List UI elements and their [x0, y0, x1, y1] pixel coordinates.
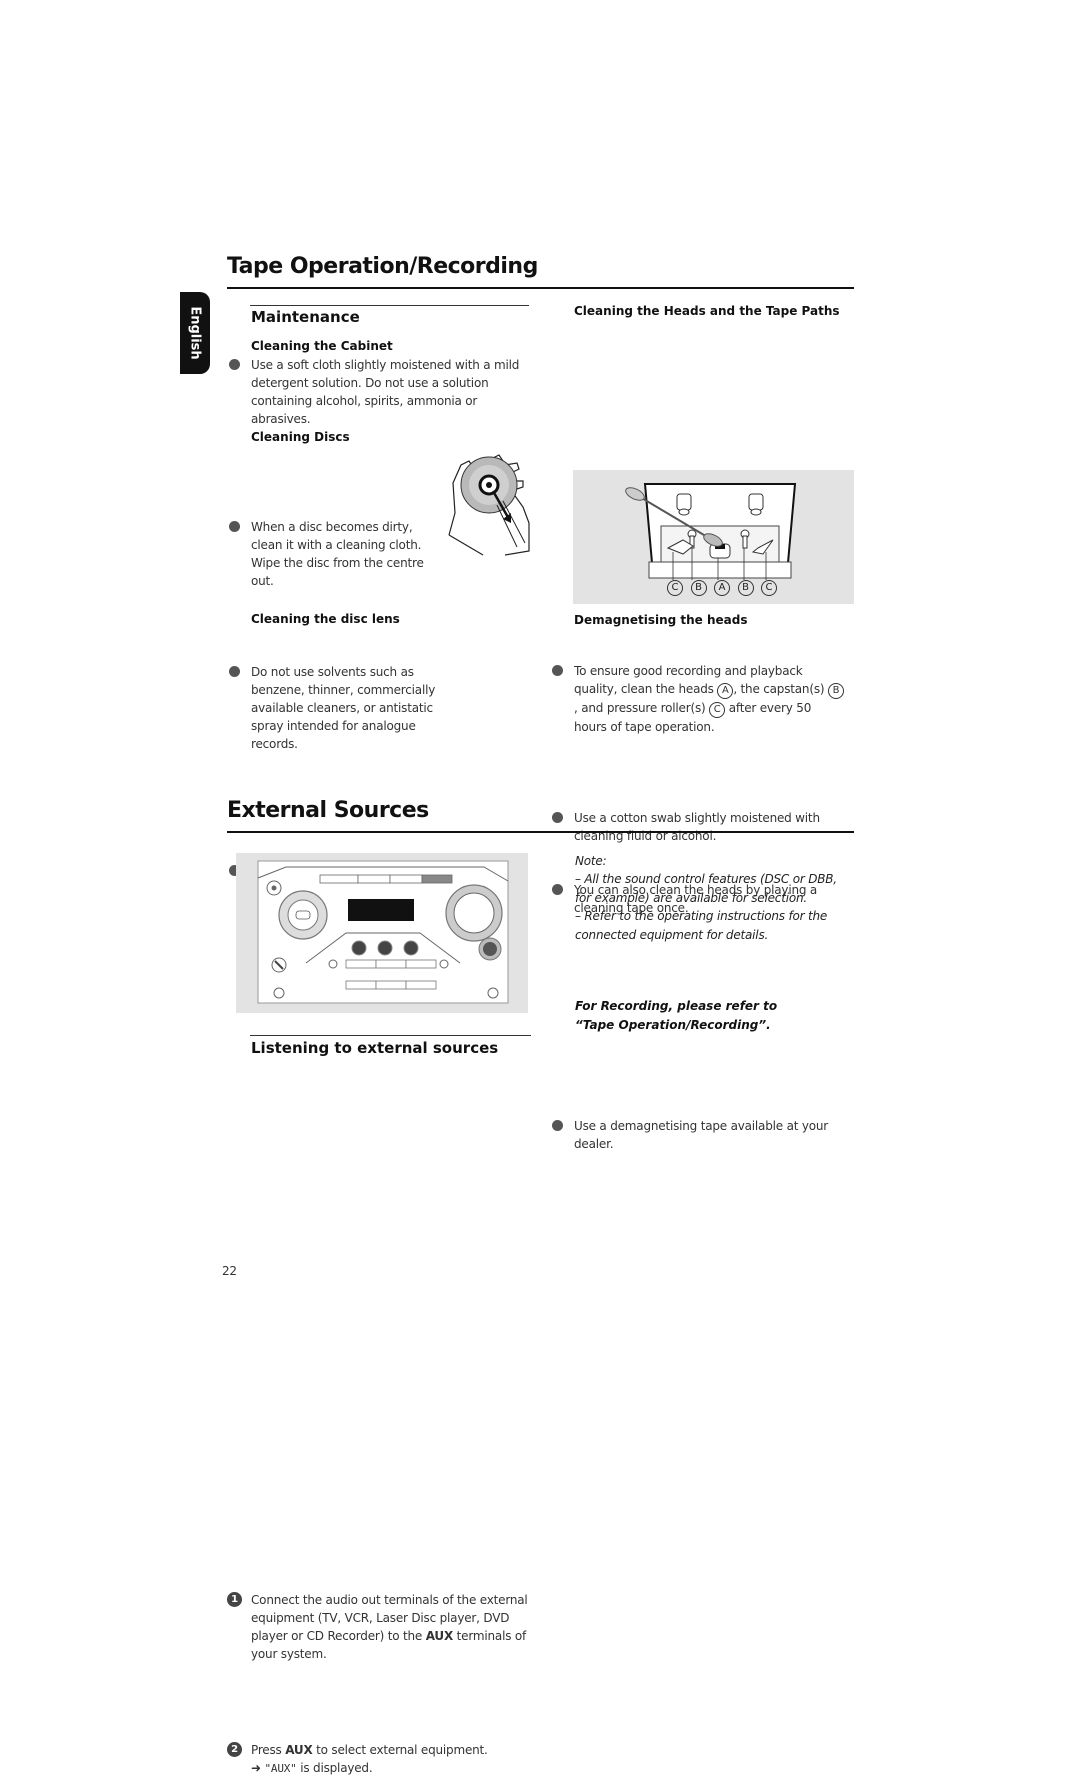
- result-arrow-icon: ➜: [251, 1761, 261, 1775]
- bullet-icon: [552, 1120, 563, 1131]
- step-1: 1 Connect the audio out terminals of the…: [227, 1591, 536, 1663]
- heads-bullet-2: Use a cotton swab slightly moistened wit…: [552, 809, 834, 845]
- display-readout: "AUX": [264, 1762, 297, 1775]
- disc-cleaning-illustration: [448, 454, 530, 556]
- recording-reference: For Recording, please refer to “Tape Ope…: [575, 999, 778, 1032]
- bullet-icon: [229, 521, 240, 532]
- aux-keyword: AUX: [285, 1743, 313, 1757]
- lcd-display: [348, 899, 414, 921]
- aux-keyword: AUX: [425, 1629, 454, 1643]
- note-line-2: – Refer to the operating instructions fo…: [575, 909, 828, 942]
- section-title-tape: Tape Operation/Recording: [227, 254, 538, 279]
- stereo-figure: [236, 853, 528, 1013]
- listening-rule: [250, 1035, 531, 1036]
- demag-heading: Demagnetising the heads: [574, 613, 748, 627]
- language-tab: English: [180, 292, 210, 374]
- bullet-icon: [229, 666, 240, 677]
- bullet-icon: [552, 812, 563, 823]
- label-a-badge: A: [717, 683, 734, 699]
- label-b-badge: B: [827, 683, 844, 699]
- language-tab-label: English: [187, 306, 203, 360]
- figure-label-a: A: [714, 580, 730, 596]
- heads-heading: Cleaning the Heads and the Tape Paths: [574, 304, 840, 318]
- figure-label-c: C: [667, 580, 683, 596]
- section-title-external: External Sources: [227, 798, 429, 823]
- bullet-icon: [229, 359, 240, 370]
- page-number: 22: [222, 1264, 237, 1278]
- bullet-icon: [552, 884, 563, 895]
- step-2: 2 Press AUX to select external equipment…: [227, 1741, 536, 1778]
- section-title-rule: [227, 831, 854, 833]
- listening-heading: Listening to external sources: [251, 1039, 499, 1057]
- discs-bullet-2: Do not use solvents such as benzene, thi…: [229, 663, 466, 753]
- figure-labels: C B A B C: [667, 580, 777, 596]
- section-title-rule: [227, 287, 854, 289]
- bullet-icon: [552, 665, 563, 676]
- figure-label-b: B: [737, 580, 754, 596]
- step-number-2: 2: [227, 1742, 242, 1757]
- stereo-front-panel-illustration: [257, 860, 509, 1004]
- figure-label-b: B: [690, 580, 707, 596]
- discs-bullet-1: When a disc becomes dirty, clean it with…: [229, 518, 436, 590]
- maintenance-heading: Maintenance: [251, 308, 360, 326]
- label-c-badge: C: [709, 702, 726, 718]
- figure-label-c: C: [761, 580, 777, 596]
- note-label: Note:: [575, 854, 607, 868]
- demag-bullet: Use a demagnetising tape available at yo…: [552, 1117, 834, 1153]
- heads-bullet-1: To ensure good recording and playback qu…: [552, 662, 846, 736]
- note-line-1: – All the sound control features (DSC or…: [575, 872, 837, 905]
- cabinet-bullet: Use a soft cloth slightly moistened with…: [229, 356, 531, 428]
- tape-deck-figure: C B A B C: [573, 470, 854, 604]
- step-number-1: 1: [227, 1592, 242, 1607]
- cabinet-heading: Cleaning the Cabinet: [251, 339, 393, 353]
- maintenance-rule: [250, 305, 529, 306]
- lens-heading: Cleaning the disc lens: [251, 612, 400, 626]
- discs-heading: Cleaning Discs: [251, 430, 350, 444]
